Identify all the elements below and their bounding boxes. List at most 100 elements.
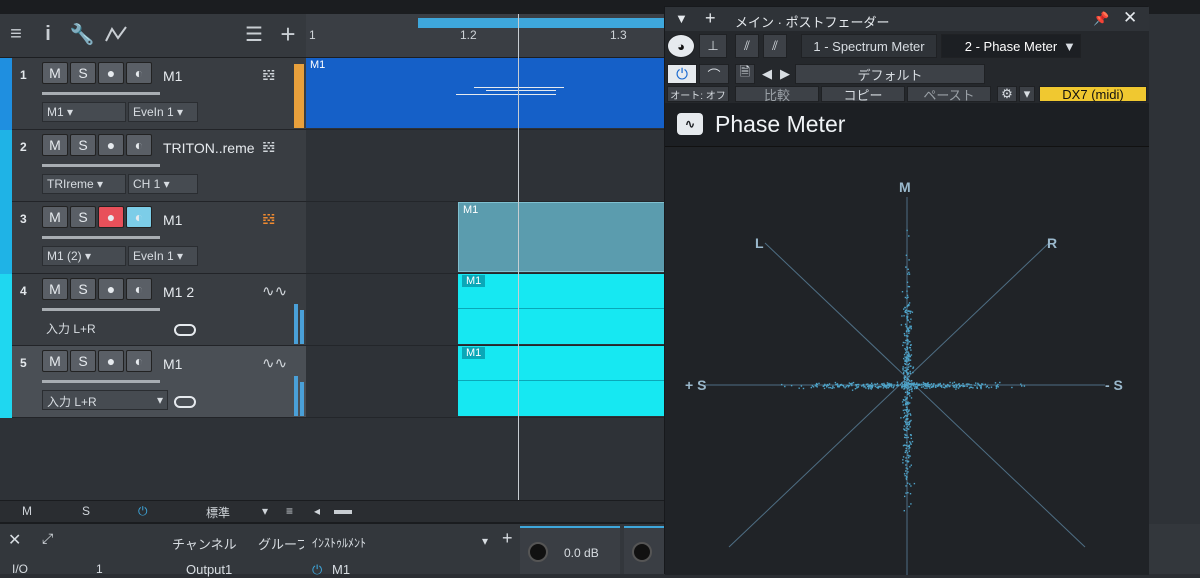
menu-icon[interactable]: ≡ [4,22,28,46]
volume-fader[interactable] [42,92,160,95]
automation-icon[interactable] [104,22,128,46]
mute-all-button[interactable]: M [22,504,32,518]
input-dropdown[interactable]: CH 1 ▾ [128,174,198,194]
record-button[interactable]: ● [98,134,124,156]
monitor-button[interactable]: ◐ [126,350,152,372]
volume-knob[interactable] [528,542,548,562]
mute-button[interactable]: M [42,278,68,300]
add-icon[interactable]: + [502,528,513,549]
compare-a-icon[interactable]: ⫽ [735,34,759,58]
track-2[interactable]: 2 M S ● ◐ TRITON..reme 𝍌 TRIreme ▾ CH 1 … [0,130,306,202]
plugin-titlebar[interactable]: ▼ + メイン · ポストフェーダー 📌 ✕ [665,7,1149,31]
chevron-down-icon[interactable]: ▾ [262,504,268,518]
power-icon[interactable]: ⏻ [312,562,322,578]
power-icon[interactable]: ⏻ [667,64,697,84]
solo-all-button[interactable]: S [82,504,90,518]
monitor-button[interactable]: ◐ [126,278,152,300]
track-name[interactable]: M1 2 [163,284,259,300]
chevron-down-icon[interactable]: ▼ [1063,39,1076,54]
scrollbar-thumb[interactable] [334,510,352,514]
next-preset-icon[interactable]: ▶ [777,64,793,84]
monitor-button[interactable]: ◐ [126,206,152,228]
solo-button[interactable]: S [70,206,96,228]
playhead[interactable] [518,14,519,500]
info-icon[interactable]: i [36,22,60,46]
routing-icon[interactable]: ⊥ [699,34,727,58]
tab-spectrum-meter[interactable]: 1 - Spectrum Meter [801,34,937,58]
tab-phase-meter[interactable]: 2 - Phase Meter [941,34,1081,58]
track-name[interactable]: M1 [163,212,259,228]
arrangement-view[interactable]: M1 M1 M1 M1 [306,58,666,500]
instrument-dropdown[interactable]: M1 ▾ [42,102,126,122]
solo-button[interactable]: S [70,62,96,84]
link-toggle[interactable] [174,324,196,336]
group-tab[interactable]: グループ [258,534,304,553]
device-button[interactable]: DX7 (midi) [1039,86,1147,102]
instrument-dropdown[interactable]: TRIreme ▾ [42,174,126,194]
input-dropdown[interactable]: 入力 L+R [42,318,170,338]
prev-preset-icon[interactable]: ◀ [759,64,775,84]
clip[interactable]: M1 [306,58,666,128]
volume-fader[interactable] [42,164,160,167]
mode-dropdown[interactable]: 標準 [206,504,230,521]
instrument-name[interactable]: M1 [332,562,350,577]
copy-button[interactable]: コピー [821,86,905,103]
preset-name[interactable]: デフォルト [795,64,985,84]
link-toggle[interactable] [174,396,196,408]
scroll-left-icon[interactable]: ◂ [314,504,320,518]
record-button[interactable]: ● [98,278,124,300]
close-icon[interactable]: ✕ [8,530,21,550]
add-icon[interactable]: + [276,19,300,49]
add-icon[interactable]: + [705,8,716,29]
track-name[interactable]: M1 [163,356,259,372]
instrument-dropdown[interactable]: M1 (2) ▾ [42,246,126,266]
gear-icon[interactable]: ⚙ [997,86,1017,102]
mute-button[interactable]: M [42,134,68,156]
track-name[interactable]: M1 [163,68,259,84]
track-5[interactable]: 5 M S ● ◐ M1 ∿∿ 入力 L+R ▾ [0,346,306,418]
monitor-button[interactable]: ◐ [126,134,152,156]
mute-button[interactable]: M [42,206,68,228]
channel-tab[interactable]: チャンネル [172,534,237,553]
chevron-down-icon[interactable]: ▾ [482,534,488,548]
expand-icon[interactable]: ⤢ [42,530,53,547]
loop-range-bar[interactable] [418,18,666,28]
instrument-tab[interactable]: ｲﾝｽﾄｩﾙﾒﾝﾄ [312,534,366,551]
track-4[interactable]: 4 M S ● ◐ M1 2 ∿∿ 入力 L+R [0,274,306,346]
pin-icon[interactable]: 📌 [1093,11,1109,27]
volume-knob[interactable] [632,542,652,562]
solo-button[interactable]: S [70,278,96,300]
mute-button[interactable]: M [42,62,68,84]
record-button[interactable]: ● [98,350,124,372]
auto-mode-button[interactable]: オート: オフ [667,86,729,102]
volume-fader[interactable] [42,308,160,311]
volume-fader[interactable] [42,380,160,383]
automation-icon[interactable]: ⌒ [699,64,729,84]
clip[interactable]: M1 [458,274,666,344]
volume-fader[interactable] [42,236,160,239]
clip[interactable]: M1 [458,202,666,272]
power-icon[interactable]: ⏻ [138,504,148,519]
clip[interactable]: M1 [458,346,666,416]
compare-b-icon[interactable]: ⫽ [763,34,787,58]
monitor-button[interactable]: ◐ [126,62,152,84]
solo-button[interactable]: S [70,134,96,156]
wrench-icon[interactable]: 🔧 [70,22,95,46]
input-dropdown[interactable]: 入力 L+R ▾ [42,390,168,410]
close-icon[interactable]: ✕ [1123,8,1137,28]
output-name[interactable]: Output1 [186,562,232,577]
mute-button[interactable]: M [42,350,68,372]
track-3[interactable]: 3 M S ● ◐ M1 𝍌 M1 (2) ▾ EveIn 1 ▾ [0,202,306,274]
record-button[interactable]: ● [98,62,124,84]
input-dropdown[interactable]: EveIn 1 ▾ [128,246,198,266]
solo-button[interactable]: S [70,350,96,372]
compare-button[interactable]: 比較 [735,86,819,103]
chevron-down-icon[interactable]: ▾ [1019,86,1035,102]
list-icon[interactable]: ☰ [242,22,266,46]
input-dropdown[interactable]: EveIn 1 ▾ [128,102,198,122]
record-button[interactable]: ● [98,206,124,228]
list-icon[interactable]: ≡ [286,504,293,518]
chevron-down-icon[interactable]: ▼ [675,11,688,26]
paste-button[interactable]: ペースト [907,86,991,103]
speed-icon[interactable]: ◕ [667,34,695,58]
